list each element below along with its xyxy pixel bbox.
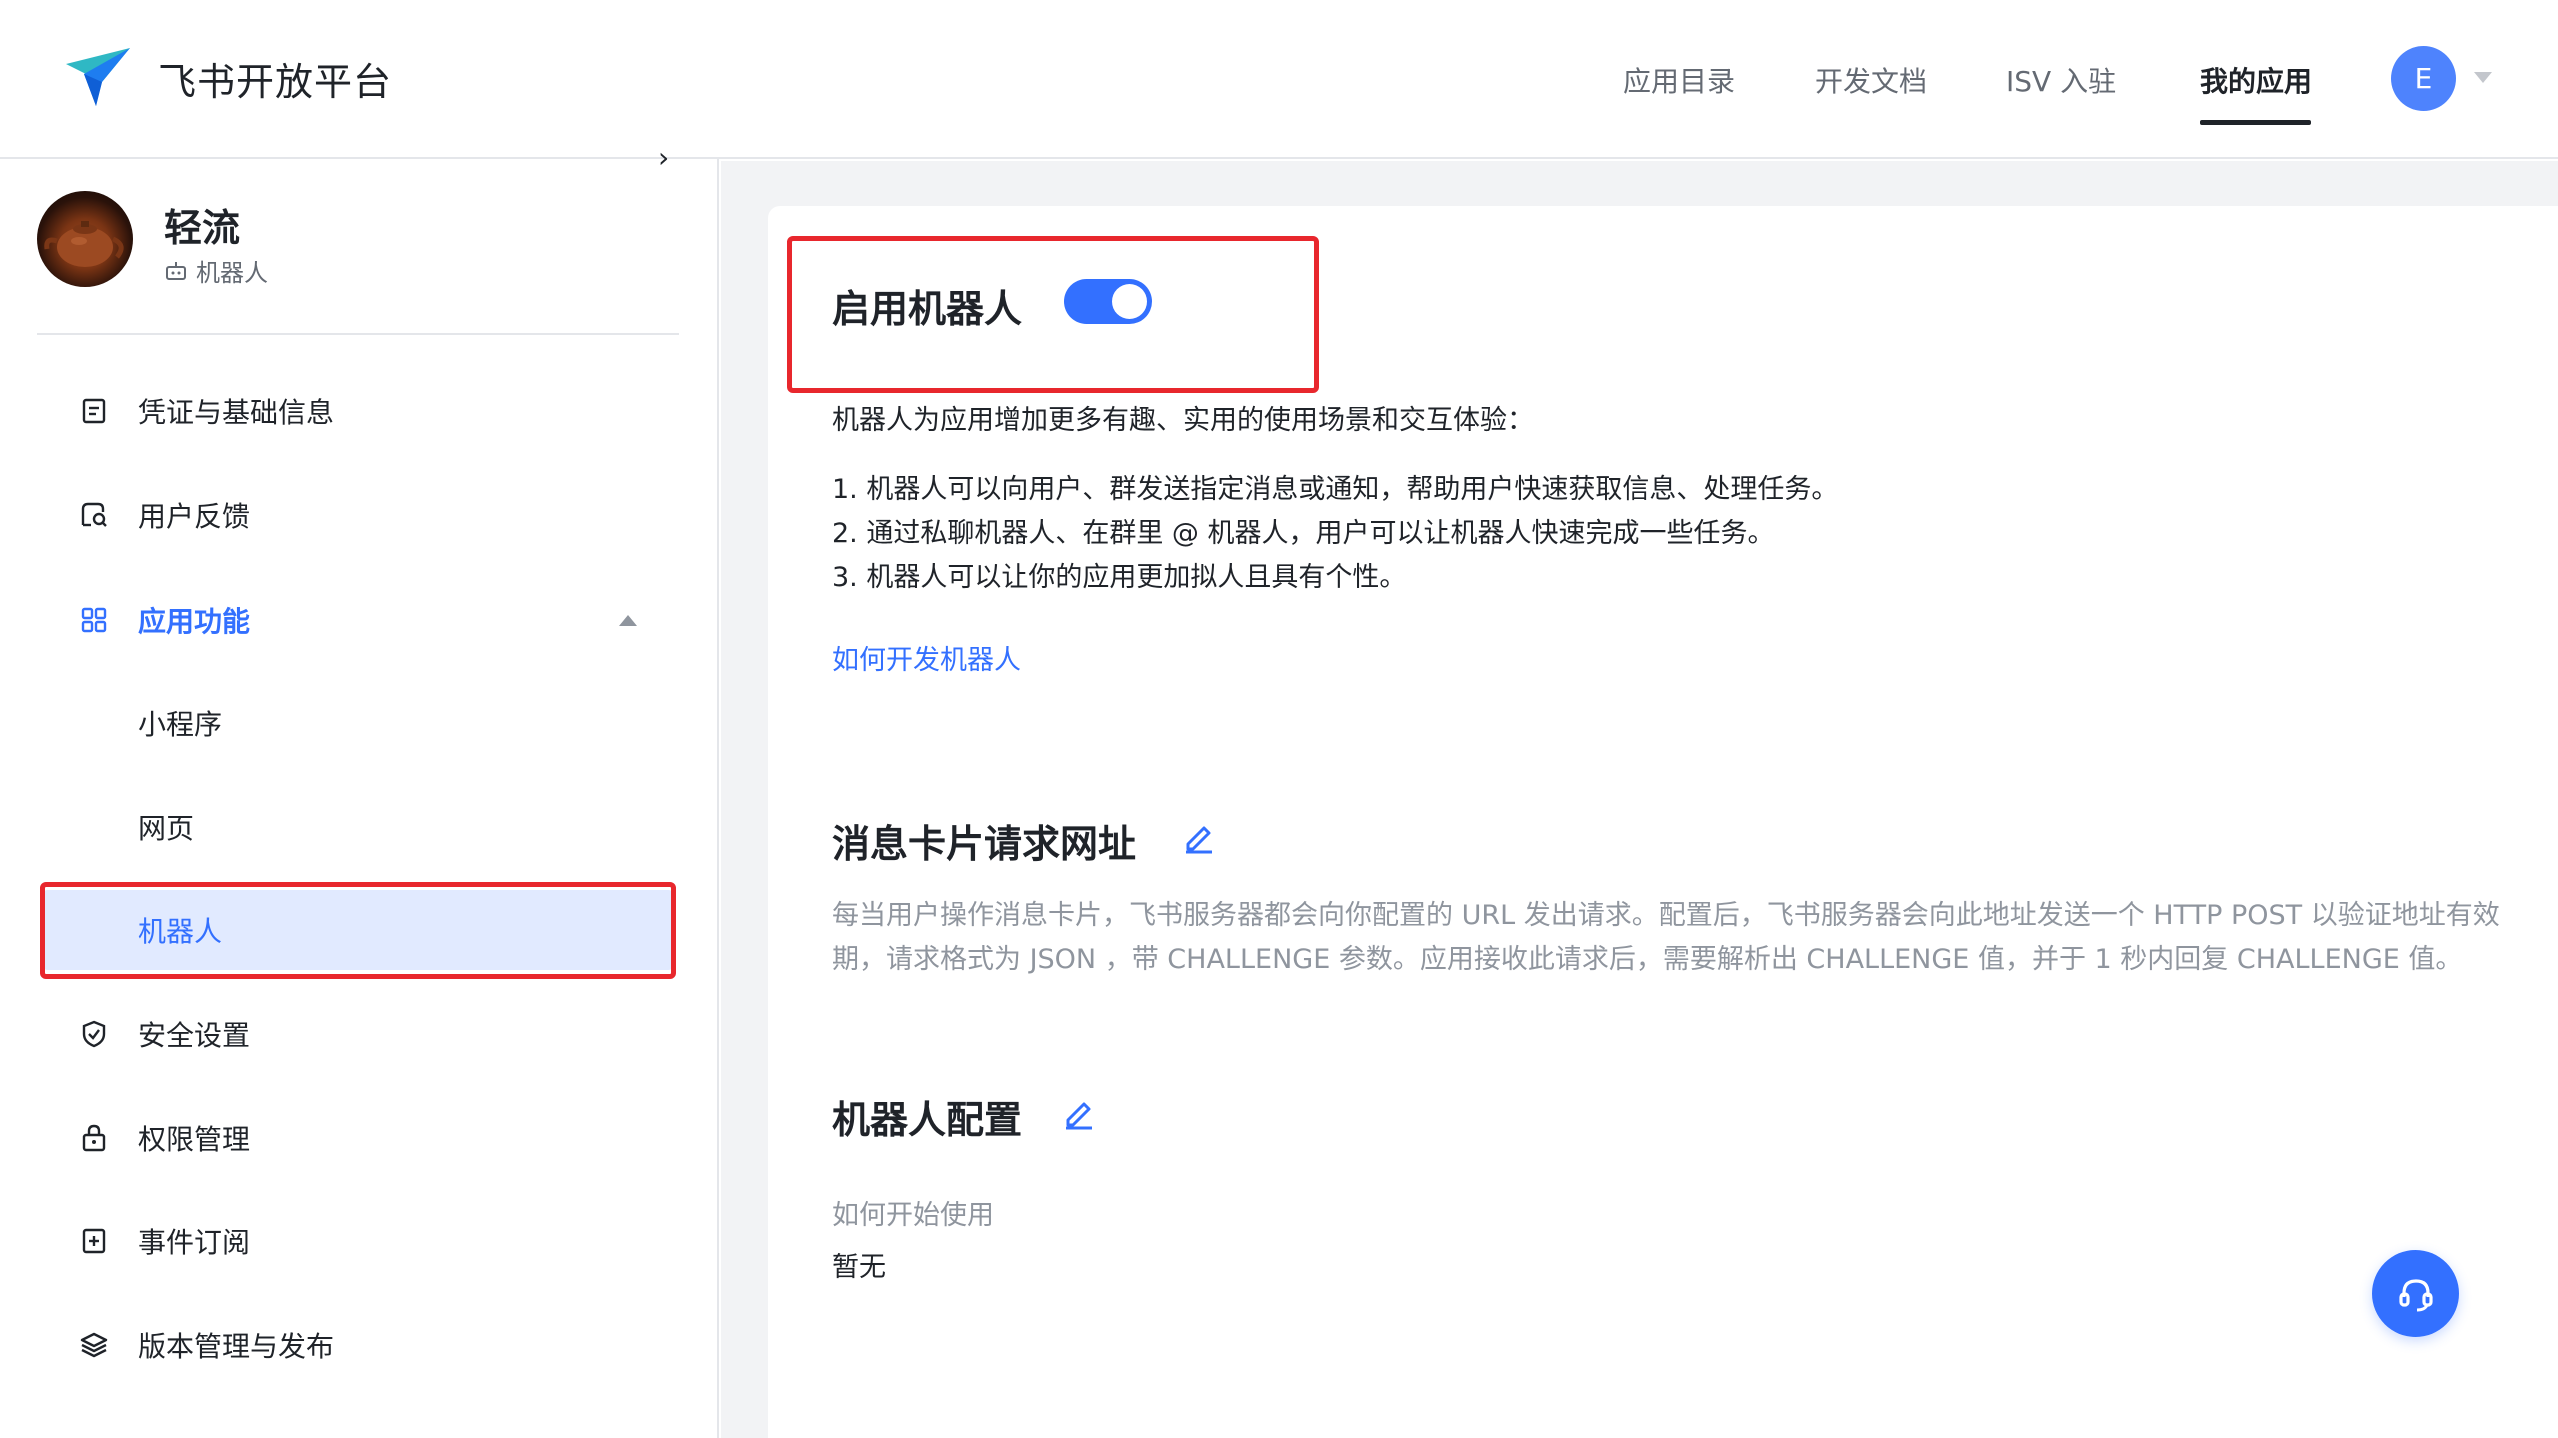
nav-my-apps[interactable]: 我的应用 (2200, 0, 2312, 159)
nav-app-directory[interactable]: 应用目录 (1623, 0, 1735, 159)
bot-point-1: 1. 机器人可以向用户、群发送指定消息或通知，帮助用户快速获取信息、处理任务。 (832, 474, 1839, 505)
sidebar-item-permissions[interactable]: 权限管理 (0, 1098, 719, 1178)
section-title-card-url: 消息卡片请求网址 (832, 822, 1137, 866)
sidebar-item-label: 机器人 (138, 915, 223, 948)
user-avatar[interactable]: E (2391, 46, 2456, 111)
edit-card-url-icon[interactable] (1180, 818, 1218, 856)
collapse-chevron-icon[interactable]: › (658, 141, 669, 174)
lock-icon (82, 1124, 106, 1152)
sidebar-item-label: 版本管理与发布 (138, 1330, 335, 1363)
grid-icon (81, 607, 107, 633)
sidebar-item-versions[interactable]: 版本管理与发布 (0, 1305, 719, 1385)
sidebar-item-bot[interactable]: 机器人 (40, 890, 676, 970)
teapot-image-icon (44, 221, 124, 267)
bot-point-3: 3. 机器人可以让你的应用更加拟人且具有个性。 (832, 562, 1407, 593)
sidebar-item-label: 用户反馈 (138, 500, 251, 533)
sidebar-item-label: 安全设置 (138, 1019, 251, 1052)
sidebar-item-label: 凭证与基础信息 (138, 396, 335, 429)
app-avatar (37, 191, 133, 287)
sidebar-item-credentials[interactable]: 凭证与基础信息 (0, 371, 719, 451)
sidebar-item-security[interactable]: 安全设置 (0, 994, 719, 1074)
sidebar-divider (37, 333, 679, 335)
how-to-start-value: 暂无 (832, 1252, 886, 1283)
sidebar-item-feedback[interactable]: 用户反馈 (0, 475, 719, 555)
app-name: 轻流 (164, 206, 241, 250)
how-to-start-label: 如何开始使用 (832, 1200, 994, 1231)
sidebar: › 轻流 机器人 凭证与基础信息 用户反馈 应用功能 小程序 网页 机器人 安全… (0, 141, 719, 1438)
layers-icon (80, 1332, 108, 1358)
feedback-icon (81, 502, 107, 527)
app-type-label: 机器人 (196, 259, 268, 287)
brand-logo[interactable]: 飞书开放平台 (62, 42, 392, 114)
app-type: 机器人 (164, 253, 268, 288)
how-to-develop-bot-link[interactable]: 如何开发机器人 (832, 638, 1021, 677)
shield-icon (82, 1020, 106, 1048)
top-navigation-bar: 飞书开放平台 应用目录 开发文档 ISV 入驻 我的应用 E (0, 0, 2558, 159)
nav-isv[interactable]: ISV 入驻 (2006, 0, 2116, 159)
sidebar-item-app-features[interactable]: 应用功能 (0, 580, 719, 660)
card-url-desc-line1: 每当用户操作消息卡片，飞书服务器都会向你配置的 URL 发出请求。配置后，飞书服… (832, 900, 2500, 931)
chevron-down-icon[interactable] (2474, 72, 2492, 83)
section-title-bot-config: 机器人配置 (832, 1098, 1023, 1142)
sidebar-item-label: 事件订阅 (138, 1226, 251, 1259)
nav-dev-docs[interactable]: 开发文档 (1815, 0, 1927, 159)
section-title-enable-bot: 启用机器人 (832, 287, 1023, 331)
headset-icon (2398, 1278, 2433, 1311)
chevron-up-icon[interactable] (619, 614, 637, 626)
customer-service-button[interactable] (2372, 1250, 2459, 1337)
nav-active-indicator (2200, 120, 2311, 125)
edit-bot-config-icon[interactable] (1060, 1094, 1098, 1132)
sidebar-item-label: 权限管理 (138, 1123, 251, 1156)
robot-icon (166, 261, 186, 280)
feishu-logo-icon (66, 48, 130, 106)
sidebar-item-label: 小程序 (138, 708, 223, 741)
bot-intro-text: 机器人为应用增加更多有趣、实用的使用场景和交互体验： (832, 405, 1534, 436)
toggle-knob (1112, 284, 1147, 319)
subscribe-icon (82, 1228, 106, 1254)
sidebar-item-miniprogram[interactable]: 小程序 (0, 683, 719, 763)
sidebar-item-label: 应用功能 (138, 605, 251, 638)
bot-point-2: 2. 通过私聊机器人、在群里 @ 机器人，用户可以让机器人快速完成一些任务。 (832, 518, 1775, 549)
enable-bot-toggle[interactable] (1064, 279, 1152, 324)
card-url-desc-line2: 期，请求格式为 JSON ，带 CHALLENGE 参数。应用接收此请求后，需要… (832, 944, 2463, 975)
brand-name: 飞书开放平台 (158, 59, 393, 104)
sidebar-item-events[interactable]: 事件订阅 (0, 1201, 719, 1281)
document-icon (82, 398, 106, 424)
sidebar-item-label: 网页 (138, 812, 195, 845)
sidebar-item-webpage[interactable]: 网页 (0, 787, 719, 867)
